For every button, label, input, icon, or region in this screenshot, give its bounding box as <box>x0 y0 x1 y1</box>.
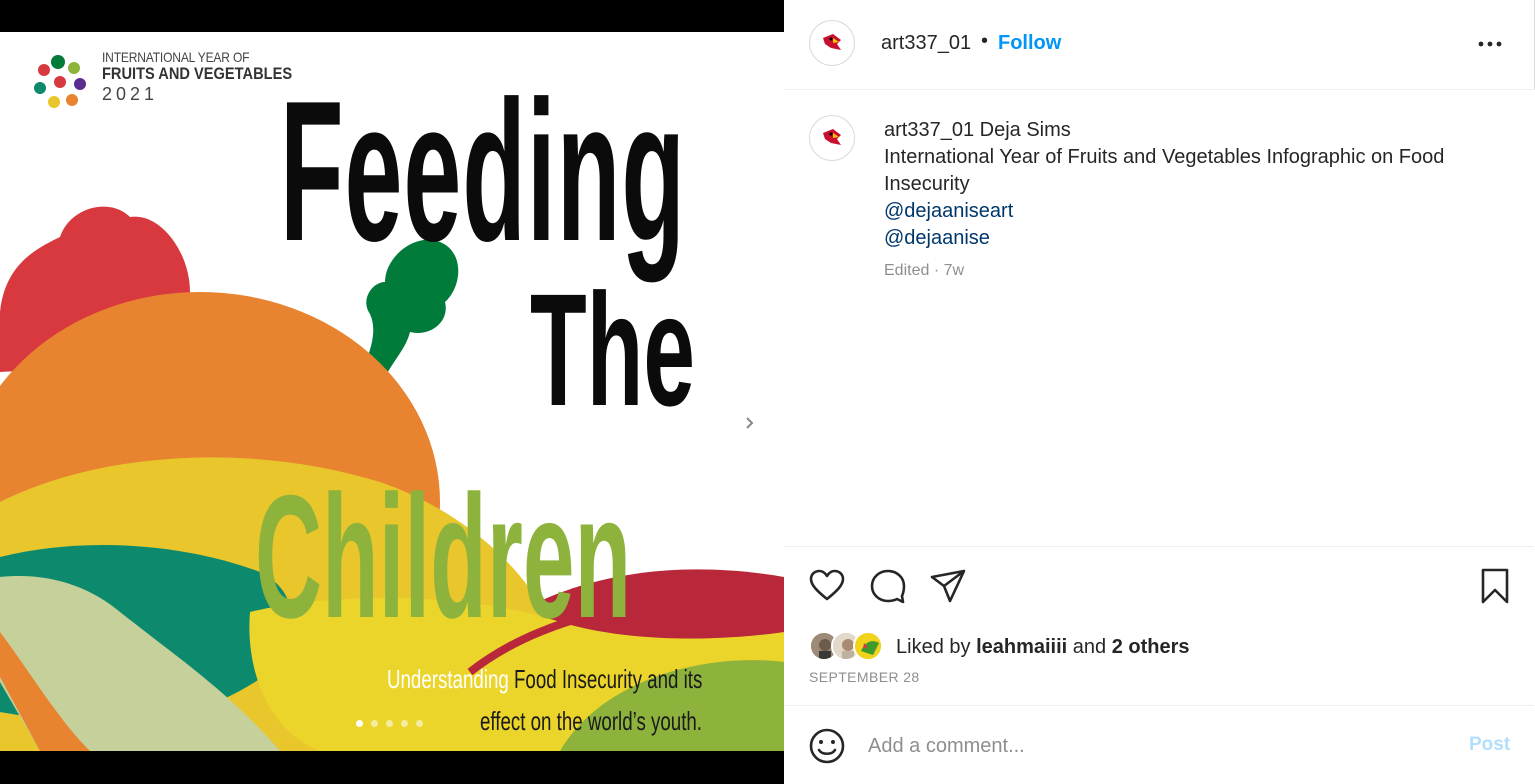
headline-feeding: Feeding <box>280 60 686 283</box>
bookmark-icon <box>1481 568 1509 604</box>
post-image[interactable]: INTERNATIONAL YEAR OF FRUITS AND VEGETAB… <box>0 32 784 751</box>
caption-meta: Edited · 7w <box>884 262 965 279</box>
subtext-rest: Food Insecurity and its <box>513 664 703 694</box>
caption-mention[interactable]: @dejaaniseart <box>884 198 1504 225</box>
caption-avatar[interactable] <box>809 115 855 161</box>
post-caption: art337_01 Deja Sims International Year o… <box>884 117 1504 252</box>
cardinal-logo-icon <box>823 34 841 50</box>
carousel-dot <box>416 720 423 727</box>
subtext-line-1: Understanding Food Insecurity and its <box>387 664 702 695</box>
headline-children: Children <box>255 460 632 655</box>
headline-the: The <box>530 260 695 439</box>
liked-by-prefix: Liked by <box>896 636 971 658</box>
save-button[interactable] <box>1475 566 1515 606</box>
comment-input[interactable] <box>868 730 1428 762</box>
comment-icon <box>870 569 906 604</box>
follow-button[interactable]: Follow <box>998 32 1061 55</box>
iyfv-logo: INTERNATIONAL YEAR OF FRUITS AND VEGETAB… <box>28 50 292 120</box>
more-options-button[interactable] <box>1476 30 1504 58</box>
carousel-dot <box>386 720 393 727</box>
heart-icon <box>809 569 845 601</box>
logo-line-1: INTERNATIONAL YEAR OF <box>102 49 250 65</box>
post-header: art337_01 • Follow <box>784 0 1535 90</box>
emoji-button[interactable] <box>807 726 847 766</box>
liker-photo <box>855 633 881 659</box>
share-button[interactable] <box>928 566 968 606</box>
smiley-icon <box>809 728 845 764</box>
liked-by-conjunction: and <box>1072 636 1107 658</box>
media-column: INTERNATIONAL YEAR OF FRUITS AND VEGETAB… <box>0 0 784 784</box>
post-date[interactable]: SEPTEMBER 28 <box>809 669 920 685</box>
carousel-dot <box>371 720 378 727</box>
caption-username[interactable]: art337_01 <box>884 119 974 141</box>
more-horizontal-icon <box>1478 41 1502 47</box>
subtext-highlight: Understanding <box>387 664 509 694</box>
liked-by-others[interactable]: 2 others <box>1112 636 1190 658</box>
divider <box>784 546 1534 547</box>
liked-by-user[interactable]: leahmaiiii <box>976 636 1067 658</box>
header-separator: • <box>981 30 989 52</box>
avatar[interactable] <box>809 20 855 66</box>
divider <box>784 705 1534 706</box>
cardinal-logo-icon <box>823 129 841 145</box>
carousel-dot <box>356 720 363 727</box>
comment-button[interactable] <box>868 566 908 606</box>
logo-line-2: FRUITS AND VEGETABLES <box>102 63 293 83</box>
post-comment-button[interactable]: Post <box>1469 734 1510 756</box>
next-slide-button[interactable] <box>732 406 766 440</box>
liker-avatars[interactable] <box>809 631 889 663</box>
caption-text: International Year of Fruits and Vegetab… <box>884 146 1445 195</box>
caption-mention[interactable]: @dejaanise <box>884 225 1504 252</box>
header-username[interactable]: art337_01 <box>881 32 971 55</box>
like-button[interactable] <box>807 566 847 606</box>
liker-avatar <box>853 631 883 661</box>
chevron-right-icon <box>746 417 754 429</box>
post-details-panel: art337_01 • Follow art337_01 Deja Sims I… <box>784 0 1535 784</box>
caption-name: Deja Sims <box>979 119 1071 141</box>
carousel-dot <box>401 720 408 727</box>
carousel-dots <box>356 720 423 727</box>
liked-by-text: Liked by leahmaiiii and 2 others <box>896 636 1190 659</box>
paper-plane-icon <box>930 569 966 603</box>
subtext-line-2: effect on the world’s youth. <box>480 706 703 736</box>
